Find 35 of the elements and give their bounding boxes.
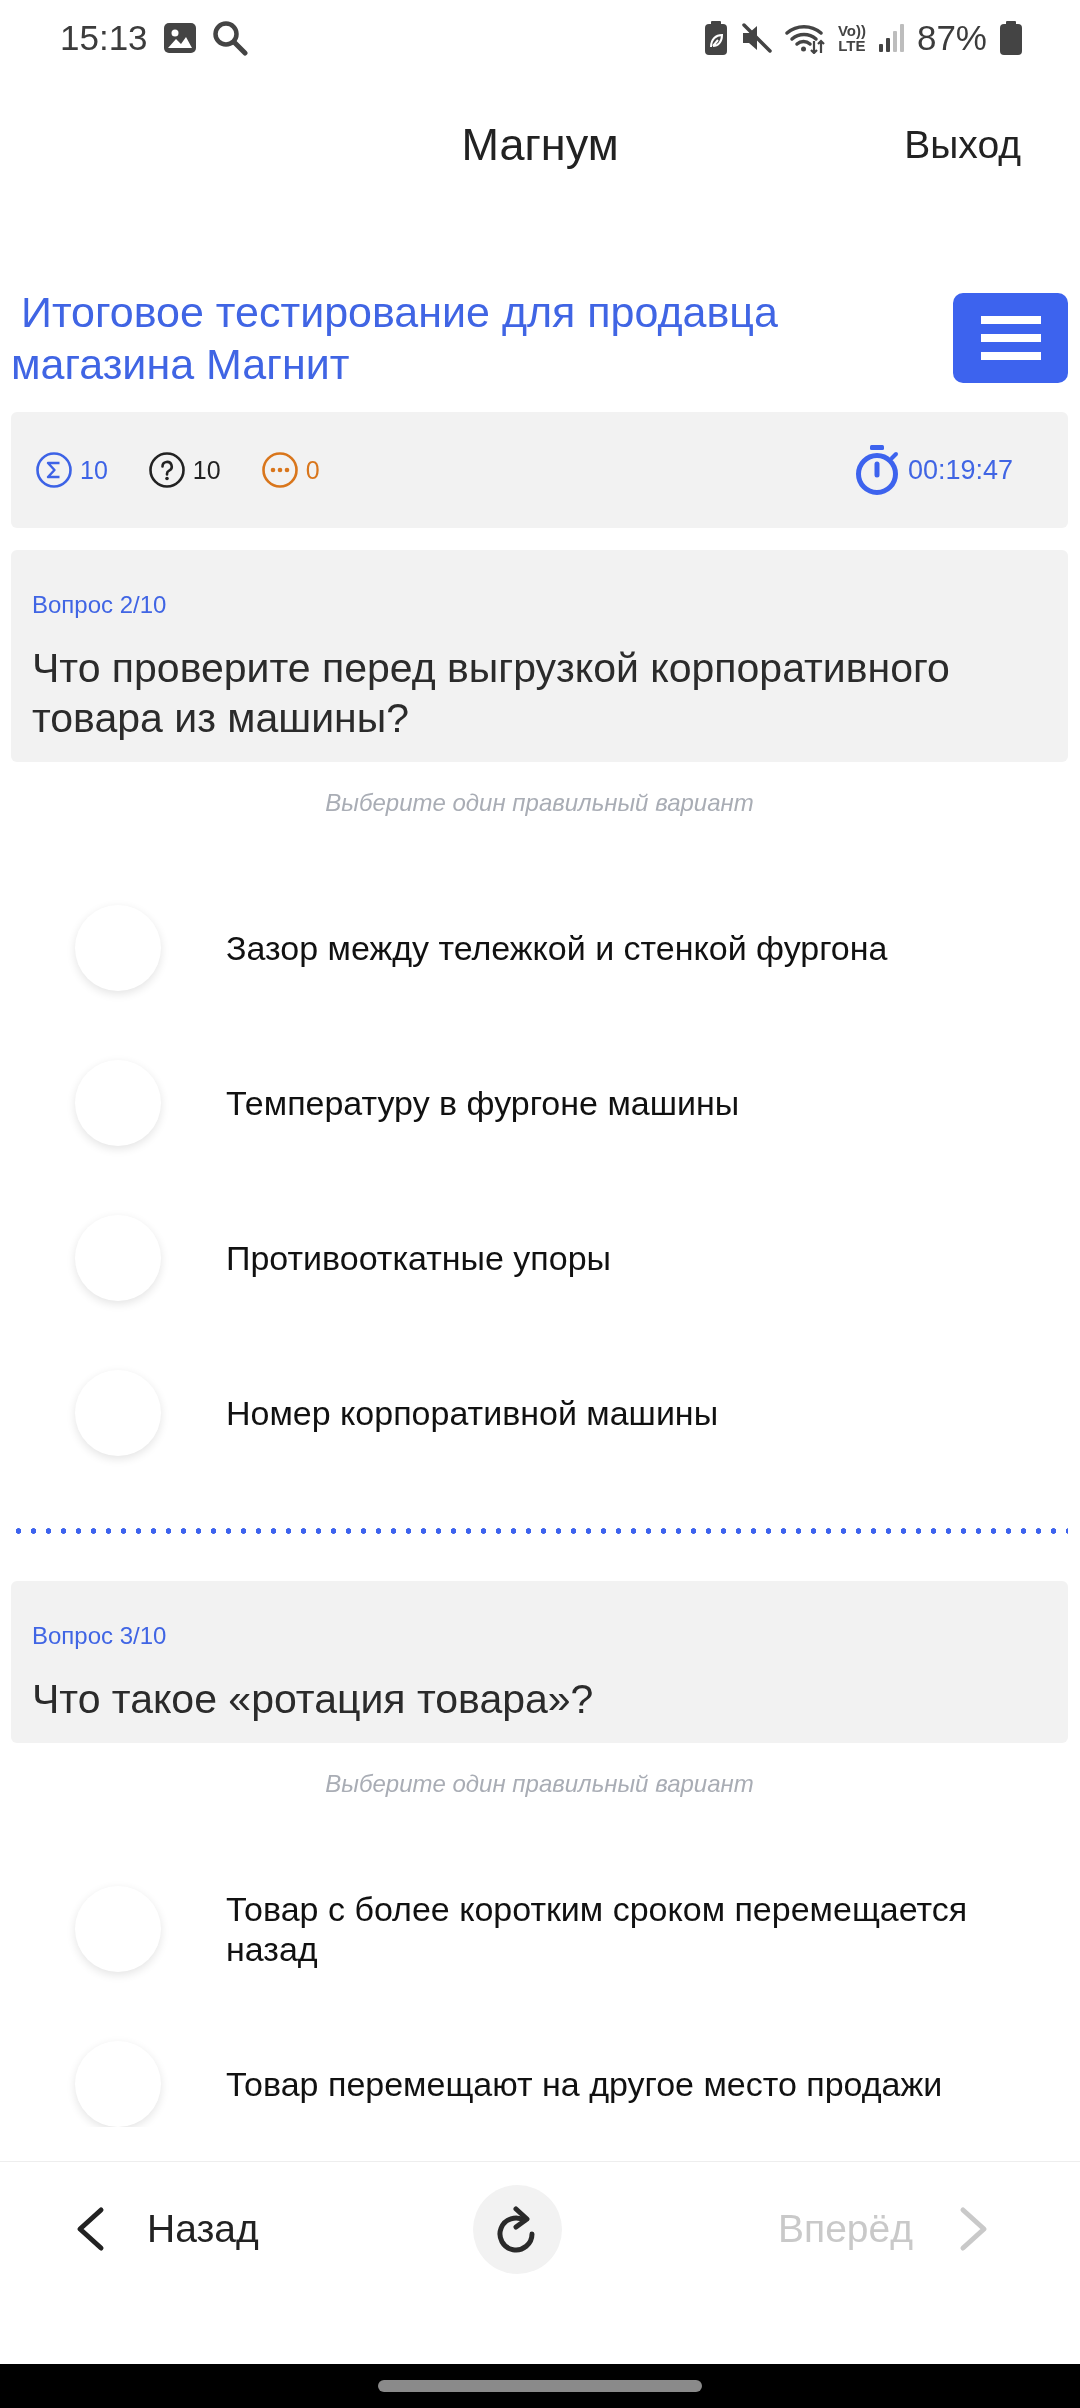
back-button[interactable]: Назад <box>75 2206 259 2253</box>
exit-button[interactable]: Выход <box>904 121 1021 169</box>
battery-icon <box>1000 20 1022 55</box>
counter-value: 0 <box>305 457 320 483</box>
menu-icon <box>980 316 1041 360</box>
question-number: Вопрос 2/10 <box>32 590 168 620</box>
stopwatch-icon <box>853 445 900 495</box>
network-label: Vo)) <box>837 22 866 38</box>
image-icon <box>163 22 196 53</box>
answer-option[interactable]: Номер корпоративной машины <box>226 1392 719 1433</box>
answer-hint: Выберите один правильный вариант <box>324 788 755 818</box>
question-text: Что проверите перед выгрузкой корпоративного товара из машины? <box>32 644 951 743</box>
battery-percent: 87% <box>916 20 987 55</box>
chevron-right-icon <box>959 2206 989 2253</box>
signal-icon <box>878 23 904 52</box>
answer-option[interactable]: Температуру в фургоне машины <box>226 1082 740 1123</box>
test-title: Итоговое тестирование для продавца магазина Магнит <box>11 287 779 390</box>
answer-option[interactable]: Товар перемещают на другое место продажи <box>226 2063 943 2104</box>
answer-hint: Выберите один правильный вариант <box>324 1769 755 1799</box>
status-time: 15:13 <box>60 20 148 55</box>
chevron-left-icon <box>75 2206 105 2253</box>
answer-option[interactable]: Противооткатные упоры <box>226 1237 611 1278</box>
battery-leaf-icon <box>704 20 727 55</box>
app-title: Магнум <box>461 118 619 172</box>
menu-button[interactable] <box>953 293 1068 383</box>
counter-value: 10 <box>80 457 108 483</box>
answer-option[interactable]: Зазор между тележкой и стенкой фургона <box>226 927 888 968</box>
speaker-muted-icon <box>739 21 772 54</box>
counter-value: 10 <box>192 457 221 483</box>
answer-option[interactable]: Товар с более коротким сроком перемещается назад <box>226 1888 1026 1969</box>
question-number: Вопрос 3/10 <box>32 1621 168 1651</box>
search-icon <box>211 19 248 56</box>
home-indicator[interactable] <box>378 2380 702 2392</box>
timer-value: 00:19:47 <box>907 456 1013 484</box>
question-text: Что такое «ротация товара»? <box>32 1675 595 1724</box>
